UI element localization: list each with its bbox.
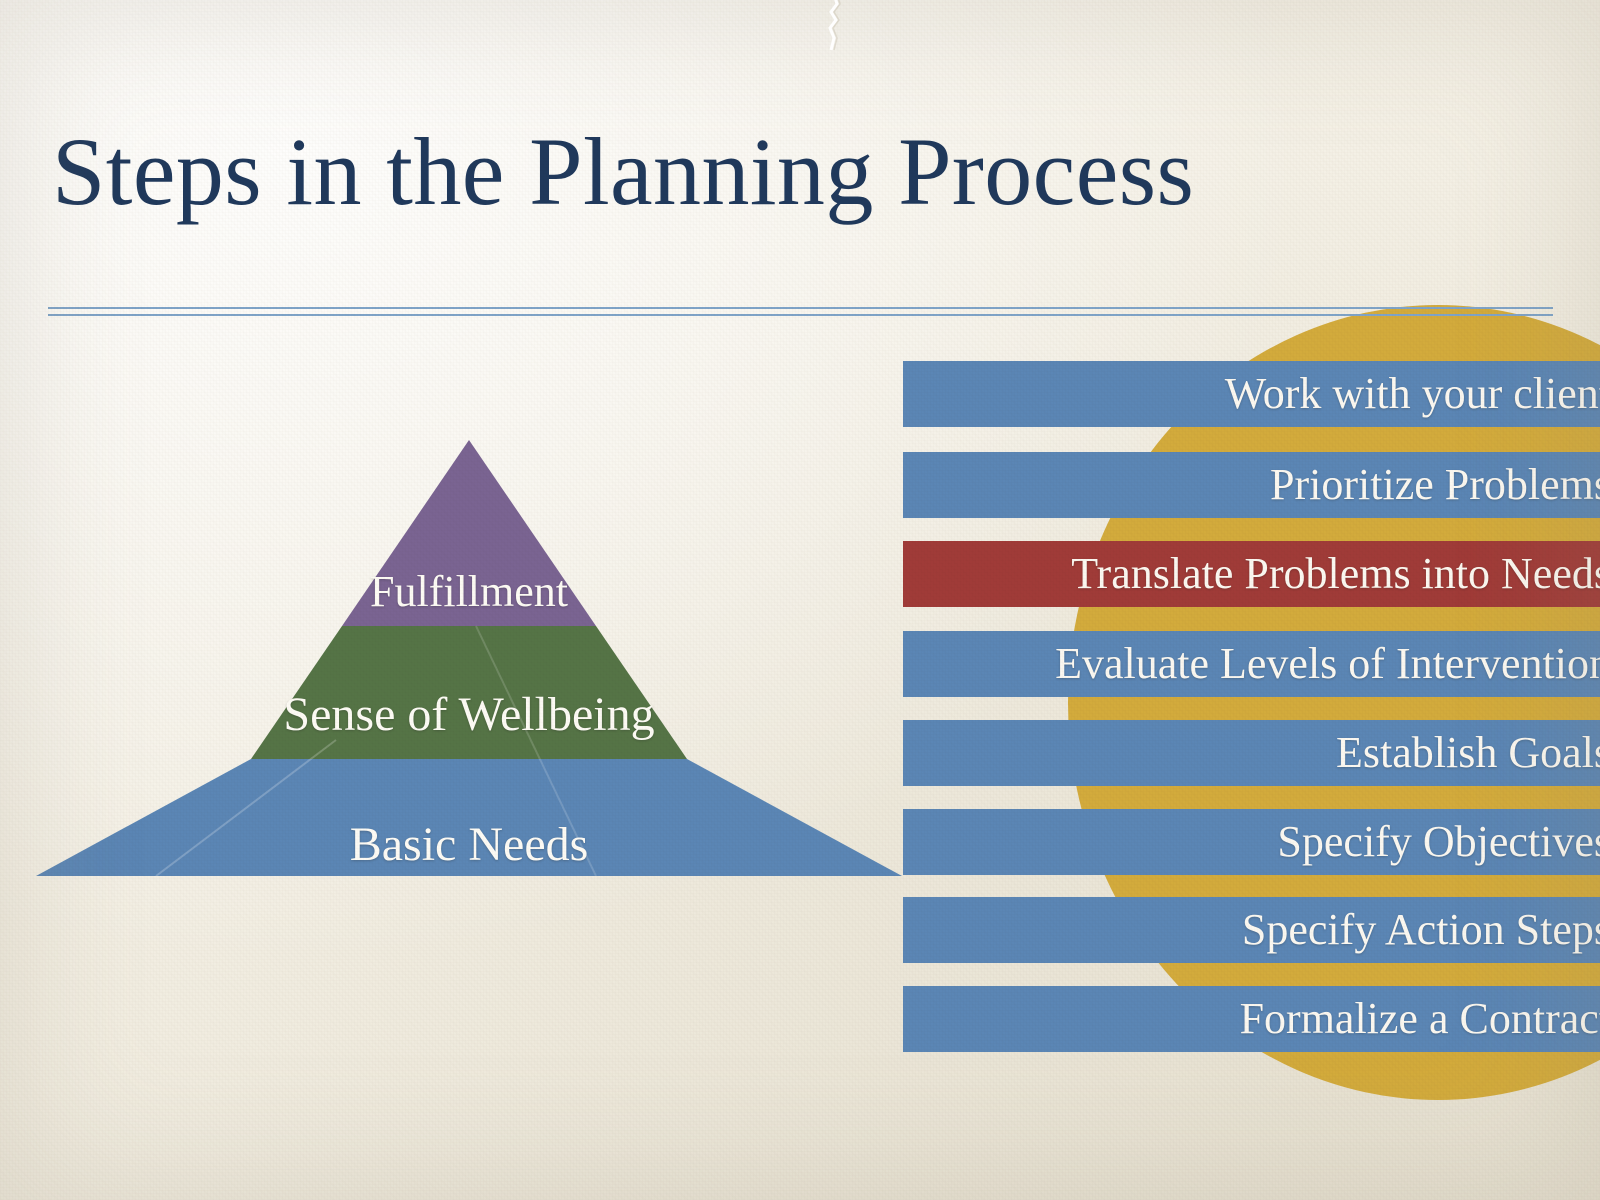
planning-step-bar[interactable]: Translate Problems into Needs	[903, 541, 1600, 607]
slide-canvas: Steps in the Planning Process Fulfillmen…	[0, 0, 1600, 1200]
planning-step-bar[interactable]: Prioritize Problems	[903, 452, 1600, 518]
planning-steps-list: Work with your client Prioritize Problems…	[0, 0, 1600, 1200]
slide-footer: PLANNING 12345 (Kirst-Ashman & Hulll, 20…	[0, 1060, 1600, 1200]
planning-step-label: Specify Action Steps	[1241, 905, 1600, 954]
planning-step-bar[interactable]: Formalize a Contract	[903, 986, 1600, 1052]
planning-step-bar[interactable]: Establish Goals	[903, 720, 1600, 786]
planning-step-label: Translate Problems into Needs	[1071, 549, 1600, 598]
planning-step-label: Formalize a Contract	[1239, 994, 1600, 1043]
planning-step-bar[interactable]: Specify Action Steps	[903, 897, 1600, 963]
planning-step-bar[interactable]: Specify Objectives	[903, 809, 1600, 875]
planning-step-label: Establish Goals	[1336, 728, 1600, 777]
planning-step-label: Evaluate Levels of Intervention	[1055, 639, 1600, 688]
planning-step-label: Work with your client	[1224, 369, 1600, 418]
planning-step-label: Prioritize Problems	[1270, 460, 1600, 509]
planning-step-bar[interactable]: Evaluate Levels of Intervention	[903, 631, 1600, 697]
planning-step-bar[interactable]: Work with your client	[903, 361, 1600, 427]
planning-step-label: Specify Objectives	[1277, 817, 1600, 866]
